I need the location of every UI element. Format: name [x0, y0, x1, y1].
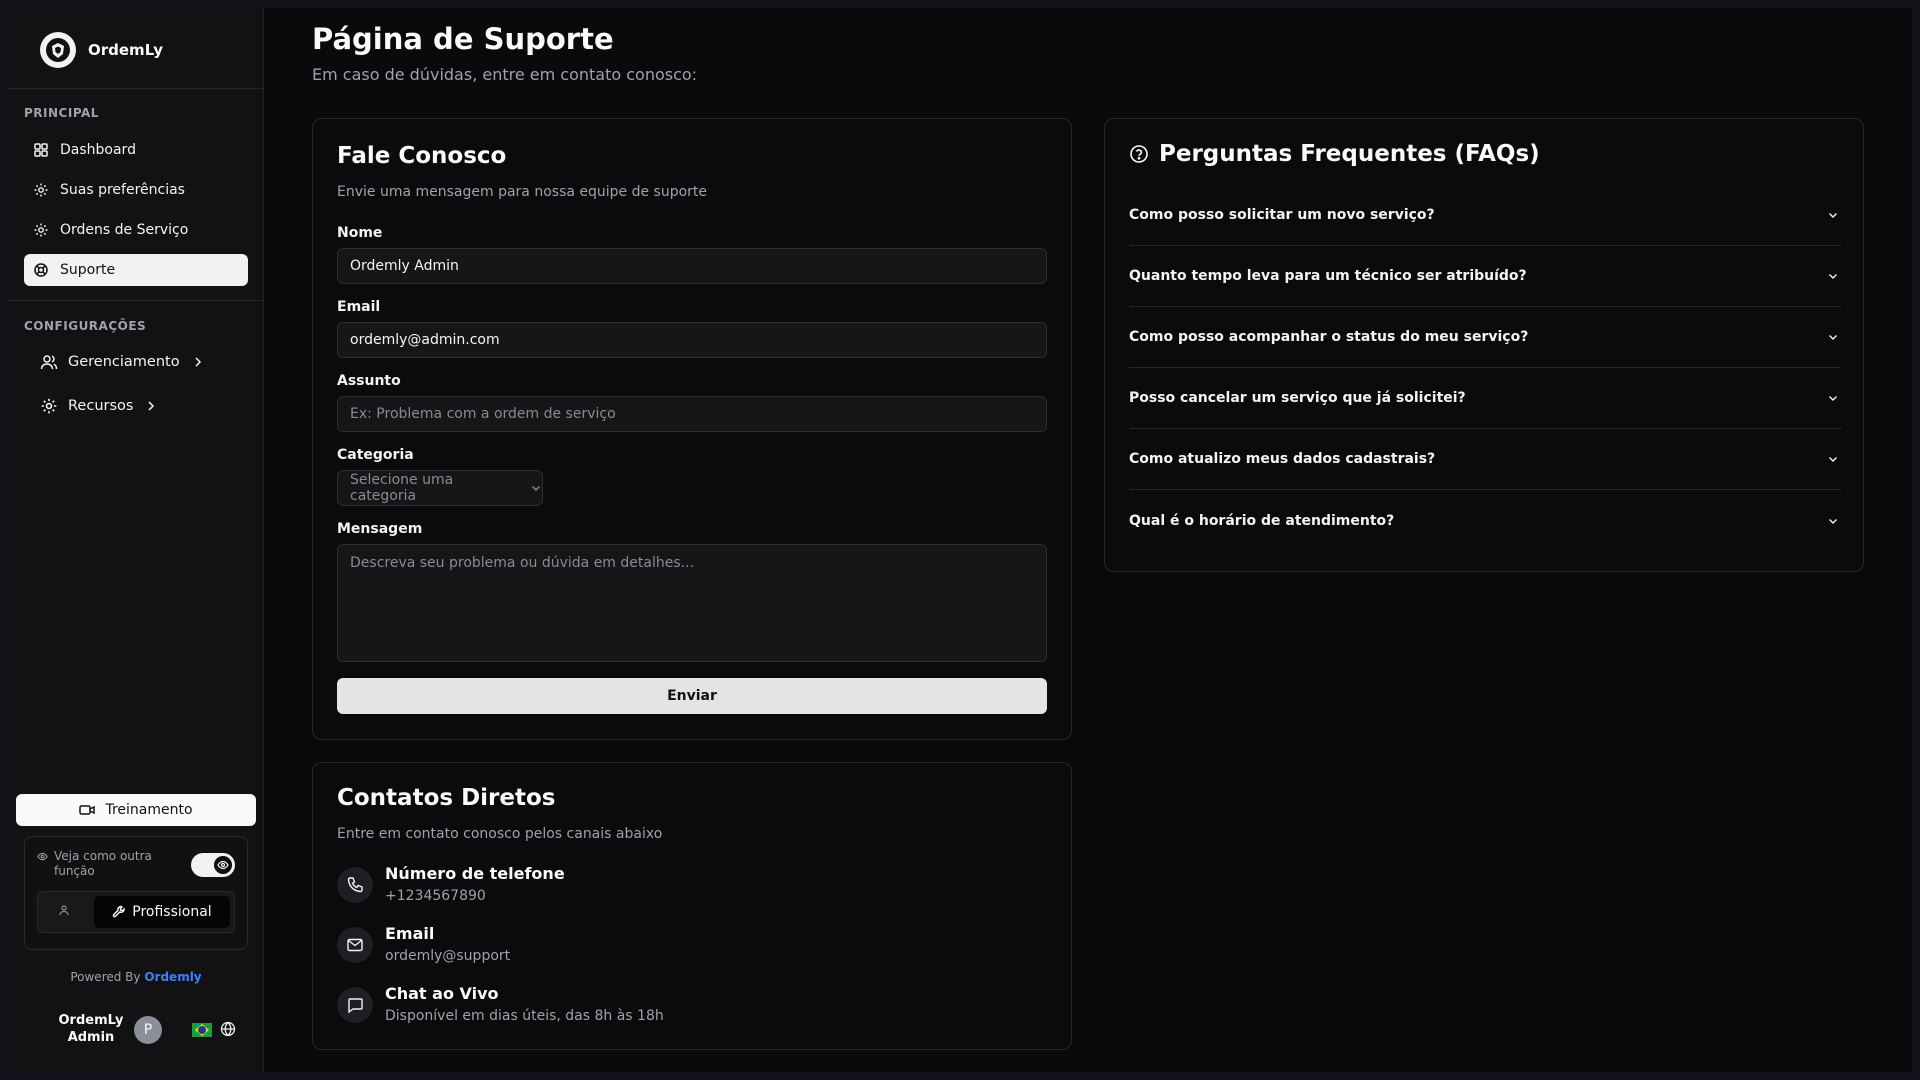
video-icon: [79, 803, 96, 817]
subject-label: Assunto: [337, 373, 401, 389]
direct-contacts-subtitle: Entre em contato conosco pelos canais ab…: [337, 826, 663, 842]
contact-value: Disponível em dias úteis, das 8h às 18h: [385, 1008, 664, 1024]
message-field[interactable]: [337, 544, 1047, 662]
email-label: Email: [337, 299, 381, 315]
name-label: Nome: [337, 225, 383, 241]
faq-item[interactable]: Quanto tempo leva para um técnico ser at…: [1129, 246, 1841, 307]
training-button[interactable]: Treinamento: [16, 794, 256, 826]
sidebar-item-label: Dashboard: [60, 142, 136, 158]
phone-icon: [337, 867, 373, 903]
role-segmented-control: Profissional: [37, 891, 235, 933]
role-view-toggle[interactable]: [191, 853, 235, 877]
globe-icon[interactable]: [220, 1021, 236, 1037]
mail-icon: [337, 927, 373, 963]
contact-value: +1234567890: [385, 888, 486, 904]
message-label: Mensagem: [337, 521, 423, 537]
chevron-right-icon: [145, 400, 157, 412]
direct-contacts-title: Contatos Diretos: [337, 785, 556, 811]
gear-icon: [32, 221, 50, 239]
contact-title: Chat ao Vivo: [385, 984, 499, 1003]
contact-phone: Número de telefone +1234567890: [337, 863, 565, 907]
gear-icon: [40, 397, 58, 415]
avatar[interactable]: P: [134, 1016, 162, 1044]
category-label: Categoria: [337, 447, 414, 463]
email-field[interactable]: [337, 322, 1047, 358]
direct-contacts-card: Contatos Diretos Entre em contato conosc…: [312, 762, 1072, 1050]
user-name: OrdemLy Admin: [58, 1013, 124, 1045]
users-icon: [40, 353, 58, 371]
powered-by: Powered By Ordemly: [70, 970, 202, 984]
faq-item[interactable]: Posso cancelar um serviço que já solicit…: [1129, 368, 1841, 429]
faq-item[interactable]: Qual é o horário de atendimento?: [1129, 490, 1841, 551]
divider: [8, 300, 264, 301]
role-option-professional[interactable]: Profissional: [94, 896, 230, 928]
sidebar-item-label: Suas preferências: [60, 182, 185, 198]
wrench-icon: [112, 905, 126, 919]
submit-button[interactable]: Enviar: [337, 678, 1047, 714]
support-icon: [32, 261, 50, 279]
category-placeholder: Selecione uma categoria: [350, 472, 454, 504]
contact-value: ordemly@support: [385, 948, 511, 964]
brand-name: OrdemLy: [88, 41, 164, 59]
chevron-right-icon: [192, 356, 204, 368]
dashboard-icon: [32, 141, 50, 159]
chevron-down-icon: [1827, 209, 1839, 221]
app-window: OrdemLy PRINCIPAL Dashboard Suas preferê…: [8, 8, 1912, 1072]
name-field[interactable]: [337, 248, 1047, 284]
contact-title: Email: [385, 924, 435, 943]
brazil-flag-icon[interactable]: [192, 1023, 212, 1037]
eye-icon: [214, 856, 232, 874]
chat-icon: [337, 987, 373, 1023]
sidebar-item-label: Suporte: [60, 262, 116, 278]
sidebar: OrdemLy PRINCIPAL Dashboard Suas preferê…: [8, 8, 264, 1072]
faq-title: Perguntas Frequentes (FAQs): [1129, 141, 1540, 167]
role-view-label: Veja como outra função: [37, 849, 157, 879]
contact-title: Número de telefone: [385, 864, 565, 883]
page-subtitle: Em caso de dúvidas, entre em contato con…: [312, 65, 698, 84]
chevron-down-icon: [1827, 392, 1839, 404]
sidebar-item-resources[interactable]: Recursos: [24, 390, 248, 422]
section-label-principal: PRINCIPAL: [24, 106, 99, 120]
sidebar-item-dashboard[interactable]: Dashboard: [24, 134, 248, 166]
subject-field[interactable]: [337, 396, 1047, 432]
sidebar-item-service-orders[interactable]: Ordens de Serviço: [24, 214, 248, 246]
user-role-icon[interactable]: [58, 904, 70, 916]
faq-item[interactable]: Como posso solicitar um novo serviço?: [1129, 185, 1841, 246]
faq-item[interactable]: Como atualizo meus dados cadastrais?: [1129, 429, 1841, 490]
gear-icon: [32, 181, 50, 199]
contact-form-title: Fale Conosco: [337, 143, 507, 169]
section-label-config: CONFIGURAÇÕES: [24, 319, 147, 333]
powered-by-link[interactable]: Ordemly: [144, 970, 201, 984]
faq-card: Perguntas Frequentes (FAQs) Como posso s…: [1104, 118, 1864, 572]
sidebar-item-label: Gerenciamento: [68, 354, 180, 370]
eye-icon: [37, 851, 48, 862]
faq-item[interactable]: Como posso acompanhar o status do meu se…: [1129, 307, 1841, 368]
contact-email: Email ordemly@support: [337, 923, 510, 967]
divider: [8, 88, 264, 89]
sidebar-item-management[interactable]: Gerenciamento: [24, 346, 248, 378]
sidebar-item-preferences[interactable]: Suas preferências: [24, 174, 248, 206]
sidebar-item-label: Recursos: [68, 398, 134, 414]
page-title: Página de Suporte: [312, 22, 614, 56]
chevron-down-icon: [1827, 515, 1839, 527]
brand-logo: [40, 32, 76, 68]
chevron-down-icon: [1827, 453, 1839, 465]
chevron-down-icon: [1827, 331, 1839, 343]
chevron-down-icon: [1827, 270, 1839, 282]
help-circle-icon: [1129, 144, 1149, 164]
chevron-down-icon: [530, 482, 542, 494]
training-label: Treinamento: [105, 802, 193, 818]
contact-form-subtitle: Envie uma mensagem para nossa equipe de …: [337, 184, 708, 200]
contact-form-card: Fale Conosco Envie uma mensagem para nos…: [312, 118, 1072, 740]
contact-chat: Chat ao Vivo Disponível em dias úteis, d…: [337, 983, 664, 1027]
brand[interactable]: OrdemLy: [40, 30, 163, 70]
category-select[interactable]: Selecione uma categoria: [337, 470, 543, 506]
role-switcher: Veja como outra função Profissional: [24, 836, 248, 950]
sidebar-item-support[interactable]: Suporte: [24, 254, 248, 286]
sidebar-item-label: Ordens de Serviço: [60, 222, 189, 238]
